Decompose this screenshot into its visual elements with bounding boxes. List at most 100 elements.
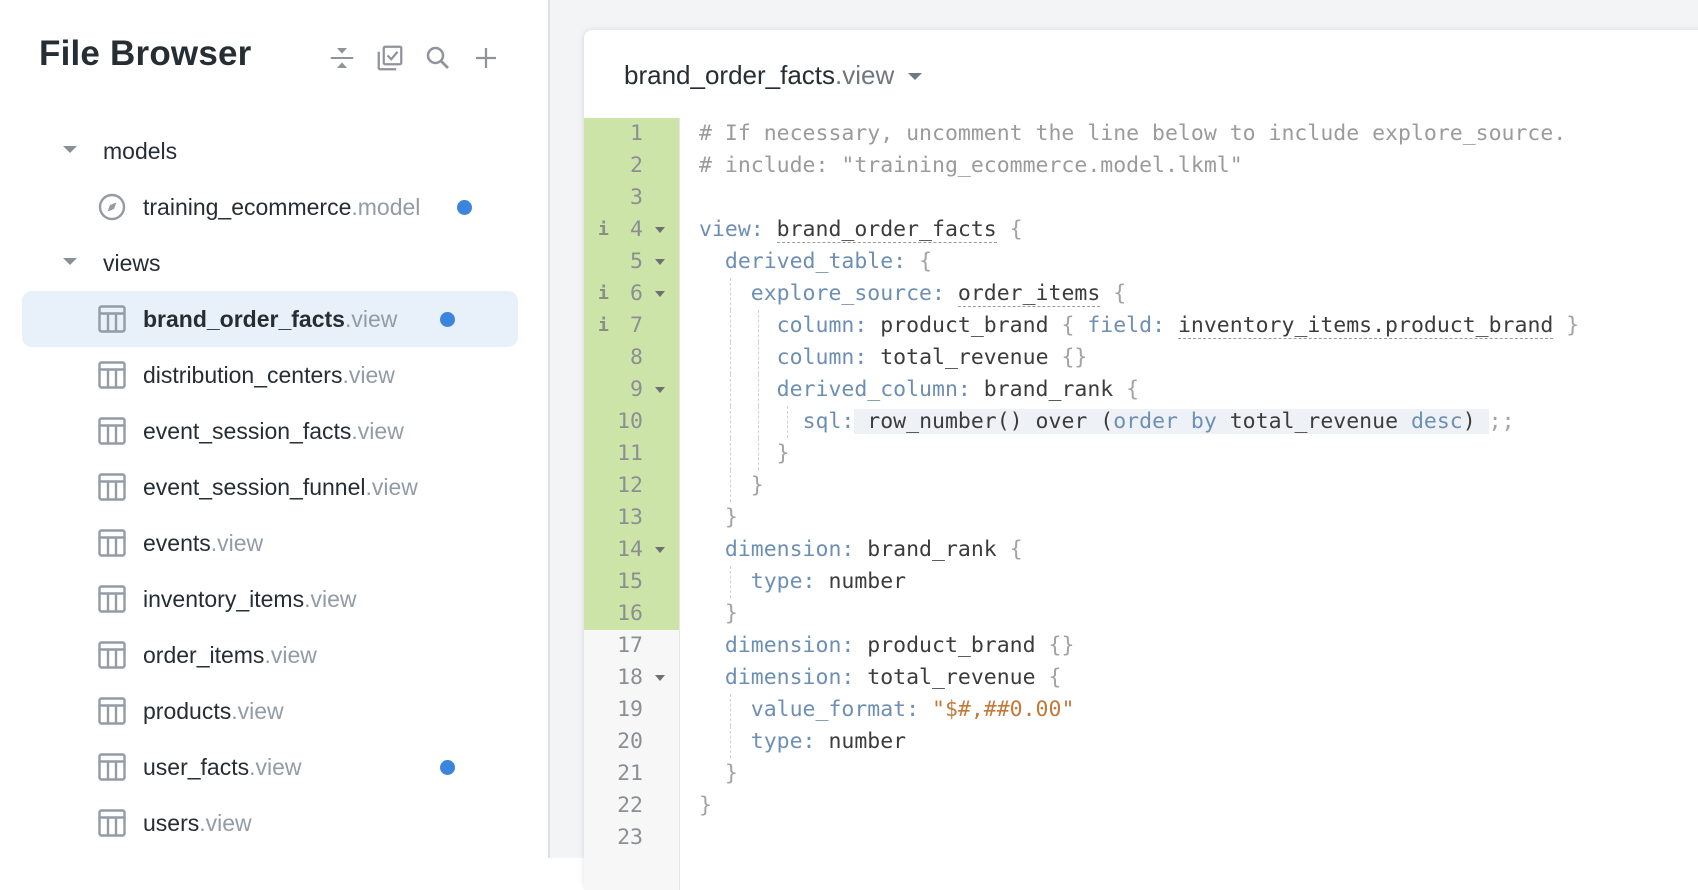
code-line: } [699,502,1698,534]
file-name: order_items [143,641,265,668]
token-val: number [828,729,907,754]
fold-caret-icon[interactable] [655,387,665,393]
table-icon [98,305,126,333]
indent-guide [758,438,760,470]
file-item-order_items[interactable]: order_items.view [0,627,548,683]
token-brace: { [1048,665,1062,690]
token-brace: } [776,441,790,466]
indent-guide [729,470,731,502]
search-button[interactable] [422,42,454,74]
gutter-line: 1 [584,118,679,150]
token-key: column: [776,345,881,370]
line-number: 13 [617,505,643,530]
code-line: sql: row_number() over (order by total_r… [699,406,1698,438]
token-ref[interactable]: brand_order_facts [776,217,997,243]
file-item-user_facts[interactable]: user_facts.view [0,739,548,795]
file-item-products[interactable]: products.view [0,683,548,739]
file-item-distribution_centers[interactable]: distribution_centers.view [0,347,548,403]
token-brace: } [1553,313,1580,338]
file-item-event_session_facts[interactable]: event_session_facts.view [0,403,548,459]
code-line: # include: "training_ecommerce.model.lkm… [699,150,1698,182]
file-extension: .view [264,641,317,668]
file-label: users.view [143,810,252,837]
fold-caret-icon[interactable] [655,227,665,233]
token-val: number [828,569,907,594]
fold-caret-icon[interactable] [655,675,665,681]
indent-guide [786,406,788,438]
info-icon[interactable]: i [598,214,609,246]
file-item-event_session_funnel[interactable]: event_session_funnel.view [0,459,548,515]
token-comment: # include: "training_ecommerce.model.lkm… [699,153,1243,178]
gutter-line: 17 [584,630,679,662]
token-ref[interactable]: inventory_items.product_brand [1177,313,1554,339]
fold-caret-icon[interactable] [655,291,665,297]
multi-select-button[interactable] [374,42,406,74]
line-number: 22 [617,793,643,818]
fold-caret-icon[interactable] [655,259,665,265]
table-icon [98,473,126,501]
collapse-all-button[interactable] [326,42,358,74]
gutter-line: 16 [584,598,679,630]
gutter-line: 20 [584,726,679,758]
editor-card: brand_order_facts .view 1 2 3 i 4 5 i 6 i 7 8 9 10 11 1… [584,30,1698,890]
code-editor[interactable]: 1 2 3 i 4 5 i 6 i 7 8 9 10 11 12 13 14 15 16 17 18 19 20 21 22 23… [584,118,1698,890]
caret-down-icon[interactable] [63,146,77,153]
file-label: event_session_funnel.view [143,474,418,501]
table-icon [98,697,126,725]
line-number: 6 [630,281,643,306]
unsaved-changes-dot [457,200,472,215]
token-val: product_brand [867,633,1049,658]
token-key: dimension: [724,537,868,562]
file-item-events[interactable]: events.view [0,515,548,571]
file-extension: .view [210,529,264,556]
gutter-line: 11 [584,438,679,470]
file-item-users[interactable]: users.view [0,795,548,851]
file-extension: .view [231,697,284,724]
token-brace: } [750,473,764,498]
info-icon[interactable]: i [598,278,609,310]
gutter-line: i6 [584,278,679,310]
token-sqlkw: desc [1410,409,1463,434]
code-line: value_format: "$#,##0.00" [699,694,1698,726]
line-number: 19 [617,697,643,722]
line-number: 1 [630,121,643,146]
token-sql: total_revenue [1216,409,1411,434]
file-item-brand_order_facts[interactable]: brand_order_facts.view [0,291,548,347]
token-brace: { [1009,537,1023,562]
file-label: training_ecommerce.model [143,194,420,221]
file-label: event_session_facts.view [143,418,404,445]
line-number: 15 [617,569,643,594]
info-icon[interactable]: i [598,310,609,342]
file-tab-dropdown[interactable]: brand_order_facts .view [624,60,923,91]
file-item-training_ecommerce[interactable]: training_ecommerce.model [0,179,548,235]
token-key: explore_source: [750,281,958,306]
gutter-line: 8 [584,342,679,374]
collapse-all-icon [330,48,354,68]
file-label: order_items.view [143,642,317,669]
gutter-line: 5 [584,246,679,278]
table-icon [98,585,126,613]
fold-caret-icon[interactable] [655,547,665,553]
token-ref[interactable]: order_items [957,281,1101,307]
file-name: distribution_centers [143,361,343,388]
file-item-inventory_items[interactable]: inventory_items.view [0,571,548,627]
caret-down-icon[interactable] [63,258,77,265]
code-line: # If necessary, uncomment the line below… [699,118,1698,150]
code-content[interactable]: # If necessary, uncomment the line below… [699,118,1698,854]
folder-views[interactable]: views [0,235,548,291]
token-val: total_revenue [880,345,1062,370]
folder-label: views [103,249,161,276]
gutter-line: 3 [584,182,679,214]
file-name: brand_order_facts [143,305,345,332]
folder-models[interactable]: models [0,123,548,179]
token-str: "$#,##0.00" [932,697,1075,722]
add-file-button[interactable] [470,42,502,74]
token-key: value_format: [750,697,932,722]
token-sqlkw: order by [1113,409,1217,434]
